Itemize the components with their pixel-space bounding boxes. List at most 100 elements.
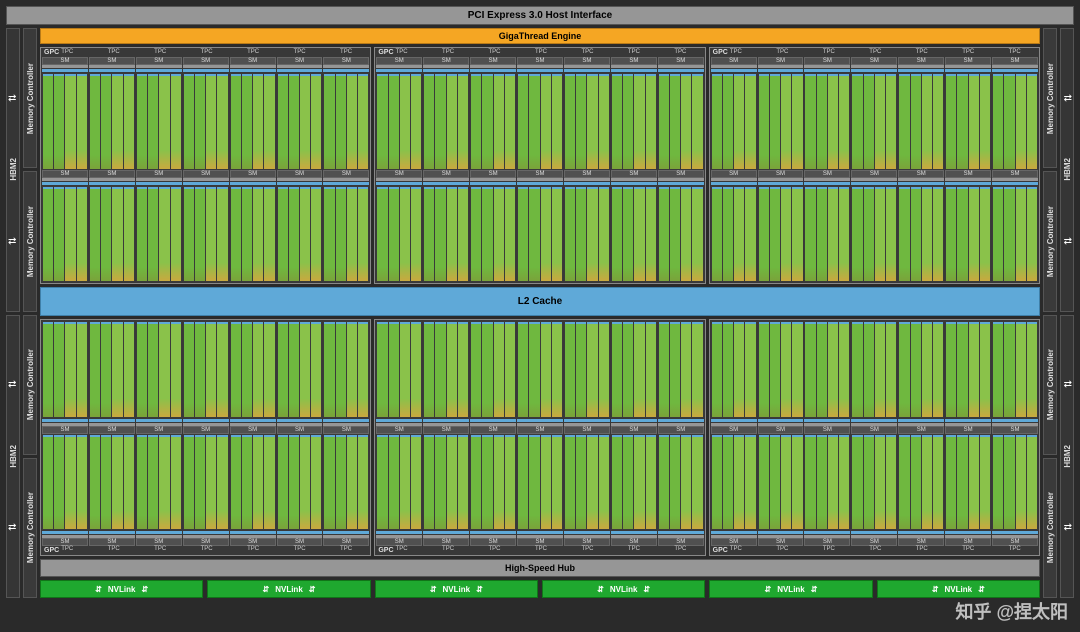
sm-label: SM bbox=[277, 538, 323, 546]
sm-label: SM bbox=[564, 426, 610, 434]
sm-block bbox=[277, 321, 323, 426]
gpc-label: GPC bbox=[378, 49, 393, 56]
sm-label: SM bbox=[898, 426, 944, 434]
gpc-label: GPC bbox=[44, 547, 59, 554]
sm-block bbox=[804, 65, 850, 170]
sm-block bbox=[758, 178, 804, 283]
main-row: HBM2 HBM2 ⇄Memory Controller ⇄Memory Con… bbox=[6, 28, 1074, 598]
sm-block bbox=[992, 65, 1038, 170]
arrow-icon: ⇵ bbox=[643, 585, 650, 594]
sm-block bbox=[42, 321, 88, 426]
tpc-label: TPC bbox=[137, 49, 183, 57]
tpc-label: TPC bbox=[183, 546, 229, 554]
sm-block bbox=[851, 321, 897, 426]
tpc-label: TPC bbox=[518, 546, 564, 554]
sm-label: SM bbox=[711, 426, 757, 434]
arrow-icon: ⇄ bbox=[8, 93, 16, 104]
sm-label: SM bbox=[611, 426, 657, 434]
sm-block bbox=[517, 178, 563, 283]
sm-label: SM bbox=[89, 426, 135, 434]
sm-block bbox=[183, 321, 229, 426]
sm-block bbox=[470, 321, 516, 426]
sm-block bbox=[183, 434, 229, 539]
tpc-label: TPC bbox=[991, 546, 1037, 554]
memory-controller: Memory Controller⇄ bbox=[1043, 171, 1057, 311]
sm-label: SM bbox=[230, 57, 276, 65]
sm-label: SM bbox=[183, 538, 229, 546]
sm-label: SM bbox=[517, 538, 563, 546]
sm-block bbox=[945, 321, 991, 426]
sm-block bbox=[945, 65, 991, 170]
tpc-label: TPC bbox=[852, 49, 898, 57]
memory-controller: ⇄Memory Controller bbox=[23, 458, 37, 598]
arrow-icon: ⇵ bbox=[978, 585, 985, 594]
tpc-label: TPC bbox=[425, 49, 471, 57]
sm-label: SM bbox=[711, 538, 757, 546]
sm-block bbox=[758, 321, 804, 426]
sm-label: SM bbox=[758, 426, 804, 434]
sm-label: SM bbox=[517, 57, 563, 65]
arrow-icon: ⇵ bbox=[597, 585, 604, 594]
sm-block bbox=[470, 434, 516, 539]
sm-block bbox=[658, 321, 704, 426]
sm-label: SM bbox=[42, 170, 88, 178]
nvlink-block: ⇵NVLink⇵ bbox=[709, 580, 872, 598]
sm-label: SM bbox=[323, 57, 369, 65]
sm-block bbox=[230, 178, 276, 283]
sm-block bbox=[564, 65, 610, 170]
sm-label: SM bbox=[277, 170, 323, 178]
memctrl-col-right: Memory Controller⇄ Memory Controller⇄ Me… bbox=[1043, 28, 1057, 598]
arrow-icon: ⇵ bbox=[309, 585, 316, 594]
sm-label: SM bbox=[183, 57, 229, 65]
sm-block bbox=[945, 434, 991, 539]
tpc-label: TPC bbox=[759, 49, 805, 57]
sm-label: SM bbox=[89, 538, 135, 546]
sm-block bbox=[42, 434, 88, 539]
tpc-label: TPC bbox=[564, 546, 610, 554]
sm-block bbox=[42, 65, 88, 170]
sm-block bbox=[898, 178, 944, 283]
sm-block bbox=[517, 321, 563, 426]
tpc-label: TPC bbox=[611, 546, 657, 554]
nvlink-block: ⇵NVLink⇵ bbox=[375, 580, 538, 598]
sm-block bbox=[42, 178, 88, 283]
sm-block bbox=[89, 178, 135, 283]
sm-label: SM bbox=[851, 538, 897, 546]
tpc-label: TPC bbox=[806, 49, 852, 57]
arrow-icon: ⇵ bbox=[263, 585, 270, 594]
sm-block bbox=[423, 321, 469, 426]
arrow-icon: ⇵ bbox=[141, 585, 148, 594]
gpc-row-top: GPCTPCTPCTPCTPCTPCTPCTPCSMSMSMSMSMSMSMSM… bbox=[40, 47, 1040, 284]
sm-block bbox=[711, 434, 757, 539]
gpc: GPCTPCTPCTPCTPCTPCTPCTPCSMSMSMSMSMSMSMSM… bbox=[40, 47, 371, 284]
nvlink-block: ⇵NVLink⇵ bbox=[542, 580, 705, 598]
sm-block bbox=[945, 178, 991, 283]
arrow-icon: ⇵ bbox=[95, 585, 102, 594]
sm-label: SM bbox=[804, 538, 850, 546]
sm-label: SM bbox=[183, 426, 229, 434]
hbm2-col-right: HBM2 HBM2 bbox=[1060, 28, 1074, 598]
tpc-label: TPC bbox=[276, 49, 322, 57]
sm-block bbox=[277, 434, 323, 539]
sm-label: SM bbox=[470, 57, 516, 65]
gigathread-engine: GigaThread Engine bbox=[40, 28, 1040, 44]
sm-label: SM bbox=[136, 538, 182, 546]
tpc-label: TPC bbox=[230, 49, 276, 57]
sm-label: SM bbox=[711, 57, 757, 65]
sm-label: SM bbox=[470, 170, 516, 178]
sm-label: SM bbox=[517, 170, 563, 178]
sm-label: SM bbox=[376, 57, 422, 65]
hbm2-block: HBM2 bbox=[1060, 315, 1074, 599]
sm-block bbox=[183, 178, 229, 283]
sm-block bbox=[658, 65, 704, 170]
sm-block bbox=[423, 65, 469, 170]
sm-block bbox=[89, 65, 135, 170]
nvlink-block: ⇵NVLink⇵ bbox=[40, 580, 203, 598]
arrow-icon: ⇵ bbox=[430, 585, 437, 594]
sm-label: SM bbox=[945, 426, 991, 434]
sm-label: SM bbox=[230, 538, 276, 546]
center-column: GigaThread Engine GPCTPCTPCTPCTPCTPCTPCT… bbox=[40, 28, 1040, 598]
arrow-icon: ⇄ bbox=[8, 522, 16, 533]
memory-controller: ⇄Memory Controller bbox=[23, 171, 37, 311]
gpc-label: GPC bbox=[378, 547, 393, 554]
